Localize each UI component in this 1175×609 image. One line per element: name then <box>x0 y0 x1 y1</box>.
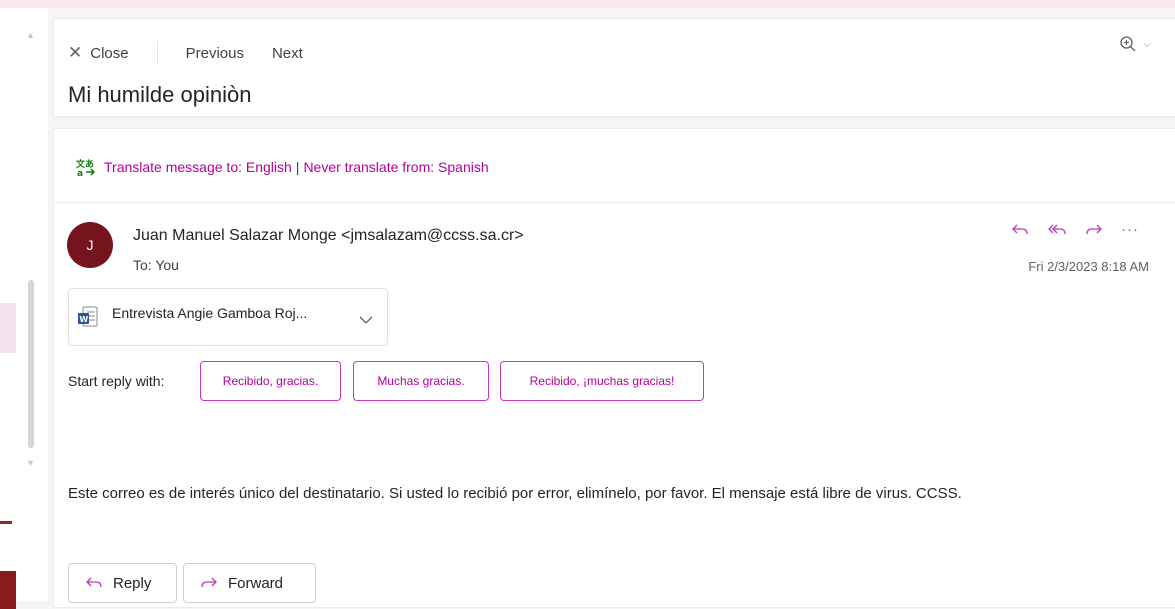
unread-marker <box>0 521 12 524</box>
chevron-down-icon: ⌵ <box>1143 38 1151 50</box>
reply-button[interactable]: Reply <box>68 563 177 603</box>
zoom-button[interactable]: ⌵ <box>1119 35 1151 53</box>
translation-bar: 文 あ a Translate message to: English | Ne… <box>54 129 1175 203</box>
reply-icon[interactable] <box>1011 223 1029 237</box>
message-subject: Mi humilde opiniòn <box>68 82 252 107</box>
close-icon[interactable]: ✕ <box>68 43 82 63</box>
chevron-down-icon[interactable] <box>359 311 373 329</box>
message-list-pane: ▲ ▼ <box>0 8 48 609</box>
previous-button[interactable]: Previous <box>186 45 244 62</box>
translate-icon: 文 あ a <box>76 157 98 177</box>
reply-all-icon[interactable] <box>1047 223 1067 237</box>
attachment-name: Entrevista Angie Gamboa Roj... <box>112 305 308 321</box>
quick-reply-button[interactable]: Recibido, ¡muchas gracias! <box>500 361 704 401</box>
message-actions: ··· <box>1011 221 1139 238</box>
message-body-card: 文 あ a Translate message to: English | Ne… <box>53 128 1175 608</box>
reading-pane-header: ✕ Close Previous Next ⌵ Mi humilde opini… <box>53 18 1175 117</box>
toolbar-divider <box>156 41 158 65</box>
top-accent-line <box>0 0 1175 8</box>
close-button[interactable]: Close <box>90 45 128 62</box>
word-document-icon: W <box>77 305 99 334</box>
translate-row: 文 あ a Translate message to: English | Ne… <box>76 157 489 177</box>
forward-icon <box>184 576 228 590</box>
message-color-block <box>0 571 16 609</box>
more-actions-icon[interactable]: ··· <box>1121 221 1139 238</box>
forward-button[interactable]: Forward <box>183 563 316 603</box>
translate-separator: | <box>295 159 300 175</box>
never-translate-link[interactable]: Never translate from: Spanish <box>303 159 488 175</box>
scrollbar-thumb[interactable] <box>28 280 34 448</box>
svg-text:W: W <box>79 315 88 324</box>
attachment-card[interactable]: W Entrevista Angie Gamboa Roj... <box>68 288 388 346</box>
svg-text:あ: あ <box>85 159 94 170</box>
sender-name[interactable]: Juan Manuel Salazar Monge <jmsalazam@ccs… <box>133 227 524 245</box>
translate-message-link[interactable]: Translate message to: English <box>104 159 292 175</box>
forward-button-label: Forward <box>228 574 284 592</box>
reply-icon <box>69 576 113 590</box>
quick-reply-button[interactable]: Muchas gracias. <box>353 361 489 401</box>
svg-text:a: a <box>77 169 83 177</box>
message-date: Fri 2/3/2023 8:18 AM <box>1028 259 1149 274</box>
recipient-line: To: You <box>133 257 179 273</box>
quick-reply-button[interactable]: Recibido, gracias. <box>200 361 341 401</box>
zoom-in-icon <box>1119 35 1137 53</box>
quick-reply-label: Start reply with: <box>68 373 165 389</box>
forward-icon[interactable] <box>1085 223 1103 237</box>
reading-toolbar: ✕ Close Previous Next <box>68 41 303 65</box>
sender-avatar[interactable]: J <box>67 222 113 268</box>
message-body-text: Este correo es de interés único del dest… <box>68 485 962 502</box>
reply-button-label: Reply <box>113 574 152 592</box>
selected-message-highlight[interactable] <box>0 303 16 353</box>
scroll-up-arrow-icon[interactable]: ▲ <box>26 30 35 40</box>
scroll-down-arrow-icon[interactable]: ▼ <box>26 458 35 468</box>
next-button[interactable]: Next <box>272 45 303 62</box>
